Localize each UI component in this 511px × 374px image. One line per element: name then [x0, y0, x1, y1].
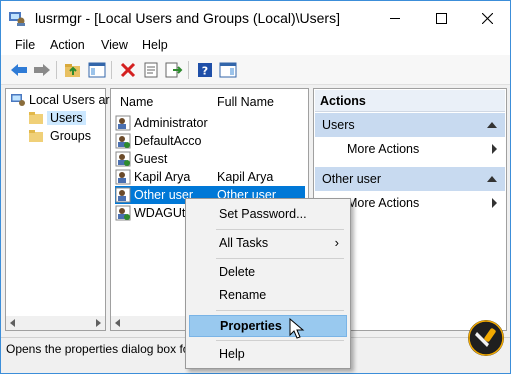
menu-bar: File Action View Help — [1, 35, 510, 55]
folder-icon — [29, 130, 43, 142]
user-name: Administrator — [134, 116, 208, 130]
menu-item-all-tasks[interactable]: All Tasks › — [189, 233, 347, 255]
tree-item-users[interactable]: Users — [28, 109, 86, 127]
maximize-icon — [435, 12, 447, 24]
close-button[interactable] — [464, 1, 510, 35]
submenu-arrow-icon — [492, 144, 497, 154]
title-bar[interactable]: lusrmgr - [Local Users and Groups (Local… — [1, 1, 510, 35]
actions-section-other-user[interactable]: Other user — [315, 167, 505, 191]
properties-icon — [144, 62, 158, 78]
minimize-icon — [390, 17, 400, 19]
tree-item-users-label: Users — [47, 111, 86, 125]
user-name: Guest — [134, 152, 168, 166]
mouse-cursor-icon — [289, 318, 305, 339]
menu-view[interactable]: View — [101, 38, 128, 52]
table-row[interactable]: Administrator — [115, 114, 305, 132]
up-folder-button[interactable] — [63, 60, 83, 80]
help-button[interactable]: ? — [195, 60, 215, 80]
table-row[interactable]: DefaultAcco — [115, 132, 305, 150]
status-text: Opens the properties dialog box fo — [6, 342, 190, 356]
actions-section-title: Users — [322, 118, 355, 132]
delete-icon — [120, 62, 136, 78]
app-icon — [9, 12, 25, 26]
actions-section-users[interactable]: Users — [315, 113, 505, 137]
export-list-icon — [165, 62, 183, 78]
user-icon — [115, 205, 131, 221]
delete-button[interactable] — [118, 60, 138, 80]
show-hide-tree-icon — [88, 62, 106, 78]
console-tree[interactable]: Local Users ar Users Groups — [5, 88, 110, 331]
menu-separator — [216, 340, 344, 341]
table-row[interactable]: Guest — [115, 150, 305, 168]
maximize-button[interactable] — [418, 1, 464, 35]
submenu-arrow-icon: › — [334, 235, 339, 250]
folder-icon — [29, 112, 43, 124]
show-hide-action-pane-icon — [219, 62, 237, 78]
user-icon — [115, 133, 131, 149]
forward-icon — [34, 64, 50, 76]
menu-item-delete[interactable]: Delete — [189, 262, 347, 284]
export-list-button[interactable] — [164, 60, 184, 80]
actions-section-title: Other user — [322, 172, 382, 186]
back-button[interactable] — [9, 60, 29, 80]
menu-separator — [216, 258, 344, 259]
scroll-left-icon[interactable] — [10, 319, 15, 327]
menu-help[interactable]: Help — [142, 38, 168, 52]
toolbar-separator — [188, 61, 189, 79]
back-icon — [11, 64, 27, 76]
forward-button[interactable] — [32, 60, 52, 80]
tree-item-groups-label: Groups — [50, 129, 91, 143]
more-actions-label: More Actions — [347, 196, 420, 210]
tree-horizontal-scrollbar[interactable] — [6, 316, 105, 330]
menu-file[interactable]: File — [15, 38, 35, 52]
menu-item-all-tasks-label: All Tasks — [219, 236, 269, 250]
menu-separator — [216, 229, 344, 230]
user-full-name: Kapil Arya — [217, 170, 274, 184]
menu-item-set-password[interactable]: Set Password... — [189, 204, 347, 226]
table-row[interactable]: Kapil Arya Kapil Arya — [115, 168, 305, 186]
computer-users-icon — [11, 94, 25, 106]
menu-item-properties[interactable]: Properties — [189, 315, 347, 337]
site-logo-icon — [468, 320, 504, 356]
user-icon — [115, 115, 131, 131]
column-header-name[interactable]: Name — [120, 95, 153, 109]
show-hide-action-pane-button[interactable] — [218, 60, 238, 80]
window-title: lusrmgr - [Local Users and Groups (Local… — [35, 10, 340, 26]
collapse-icon[interactable] — [487, 122, 497, 128]
tree-root-label: Local Users ar — [29, 93, 110, 107]
user-icon — [115, 187, 131, 203]
more-actions-label: More Actions — [347, 142, 420, 156]
svg-text:?: ? — [202, 65, 208, 78]
collapse-icon[interactable] — [487, 176, 497, 182]
help-icon: ? — [198, 63, 212, 78]
user-name: DefaultAcco — [134, 134, 202, 148]
menu-action[interactable]: Action — [50, 38, 85, 52]
submenu-arrow-icon — [492, 198, 497, 208]
more-actions-users[interactable]: More Actions — [315, 137, 505, 161]
toolbar: ? — [1, 55, 510, 85]
tree-root[interactable]: Local Users ar — [10, 91, 110, 109]
minimize-button[interactable] — [372, 1, 418, 35]
scroll-right-icon[interactable] — [96, 319, 101, 327]
user-name: Kapil Arya — [134, 170, 191, 184]
toolbar-separator — [111, 61, 112, 79]
menu-item-rename[interactable]: Rename — [189, 285, 347, 307]
show-hide-tree-button[interactable] — [87, 60, 107, 80]
user-icon — [115, 169, 131, 185]
toolbar-separator — [56, 61, 57, 79]
scroll-left-icon[interactable] — [115, 319, 120, 327]
tree-item-groups[interactable]: Groups — [28, 127, 94, 145]
properties-button[interactable] — [141, 60, 161, 80]
close-icon — [481, 12, 493, 24]
up-folder-icon — [65, 64, 80, 77]
column-header-full-name[interactable]: Full Name — [217, 95, 274, 109]
menu-item-help[interactable]: Help — [189, 344, 347, 366]
actions-header: Actions — [315, 90, 505, 112]
context-menu: Set Password... All Tasks › Delete Renam… — [185, 198, 351, 369]
menu-separator — [216, 310, 344, 311]
user-icon — [115, 151, 131, 167]
